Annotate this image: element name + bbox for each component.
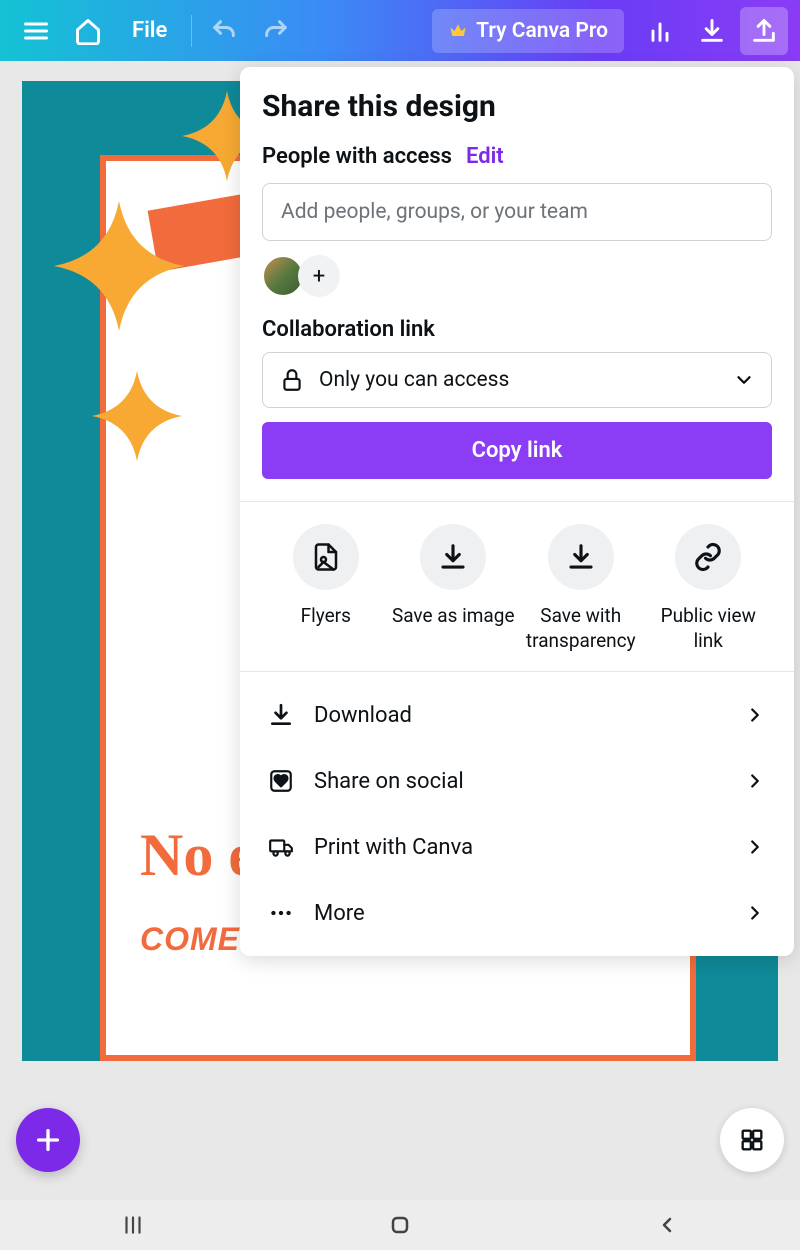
crown-icon bbox=[448, 21, 468, 41]
action-save-image[interactable]: Save as image bbox=[390, 524, 518, 653]
grid-icon bbox=[738, 1126, 766, 1154]
undo-icon[interactable] bbox=[200, 7, 248, 55]
download-icon[interactable] bbox=[688, 7, 736, 55]
add-person-button[interactable]: + bbox=[298, 255, 340, 297]
action-save-transparency[interactable]: Save with transparency bbox=[517, 524, 645, 653]
copy-link-button[interactable]: Copy link bbox=[262, 422, 772, 479]
action-label: Save with transparency bbox=[517, 604, 645, 653]
menu-more[interactable]: More bbox=[240, 880, 794, 946]
edit-access-link[interactable]: Edit bbox=[466, 144, 504, 169]
lock-icon bbox=[279, 367, 305, 393]
menu-icon[interactable] bbox=[12, 7, 60, 55]
file-menu[interactable]: File bbox=[116, 18, 183, 43]
menu-label: More bbox=[314, 901, 365, 926]
chevron-right-icon bbox=[744, 704, 766, 726]
sparkle-icon bbox=[54, 201, 184, 331]
poster-subtitle: No e bbox=[140, 821, 255, 890]
action-public-link[interactable]: Public view link bbox=[645, 524, 773, 653]
menu-print[interactable]: Print with Canva bbox=[240, 814, 794, 880]
menu-label: Print with Canva bbox=[314, 835, 473, 860]
add-people-input[interactable]: Add people, groups, or your team bbox=[262, 183, 772, 241]
add-fab[interactable] bbox=[16, 1108, 80, 1172]
menu-label: Download bbox=[314, 703, 412, 728]
action-flyers[interactable]: Flyers bbox=[262, 524, 390, 653]
nav-recents[interactable] bbox=[83, 1212, 183, 1238]
toolbar-divider bbox=[191, 15, 192, 47]
sparkle-icon bbox=[92, 371, 182, 461]
chevron-right-icon bbox=[744, 836, 766, 858]
share-title: Share this design bbox=[262, 89, 772, 124]
pages-fab[interactable] bbox=[720, 1108, 784, 1172]
download-icon bbox=[438, 542, 468, 572]
link-icon bbox=[693, 542, 723, 572]
more-icon bbox=[268, 900, 294, 926]
chevron-right-icon bbox=[744, 770, 766, 792]
insights-icon[interactable] bbox=[636, 7, 684, 55]
action-label: Save as image bbox=[392, 604, 515, 629]
top-toolbar: File Try Canva Pro bbox=[0, 0, 800, 61]
link-access-select[interactable]: Only you can access bbox=[262, 352, 772, 408]
access-label: People with access bbox=[262, 144, 452, 169]
chevron-right-icon bbox=[744, 902, 766, 924]
heart-icon bbox=[268, 768, 294, 794]
access-value: Only you can access bbox=[319, 368, 509, 392]
nav-back[interactable] bbox=[617, 1213, 717, 1237]
menu-download[interactable]: Download bbox=[240, 682, 794, 748]
download-icon bbox=[268, 702, 294, 728]
collab-label: Collaboration link bbox=[240, 317, 794, 352]
share-icon[interactable] bbox=[740, 7, 788, 55]
plus-icon bbox=[32, 1124, 64, 1156]
home-icon[interactable] bbox=[64, 7, 112, 55]
action-label: Public view link bbox=[645, 604, 773, 653]
action-label: Flyers bbox=[301, 604, 351, 629]
nav-home[interactable] bbox=[350, 1213, 450, 1237]
chevron-down-icon bbox=[733, 369, 755, 391]
try-pro-button[interactable]: Try Canva Pro bbox=[432, 9, 624, 53]
download-icon bbox=[566, 542, 596, 572]
redo-icon[interactable] bbox=[252, 7, 300, 55]
menu-label: Share on social bbox=[314, 769, 464, 794]
flyer-icon bbox=[311, 542, 341, 572]
share-panel: Share this design People with access Edi… bbox=[240, 67, 794, 956]
try-pro-label: Try Canva Pro bbox=[476, 19, 608, 43]
menu-share-social[interactable]: Share on social bbox=[240, 748, 794, 814]
system-nav bbox=[0, 1200, 800, 1250]
truck-icon bbox=[268, 834, 294, 860]
